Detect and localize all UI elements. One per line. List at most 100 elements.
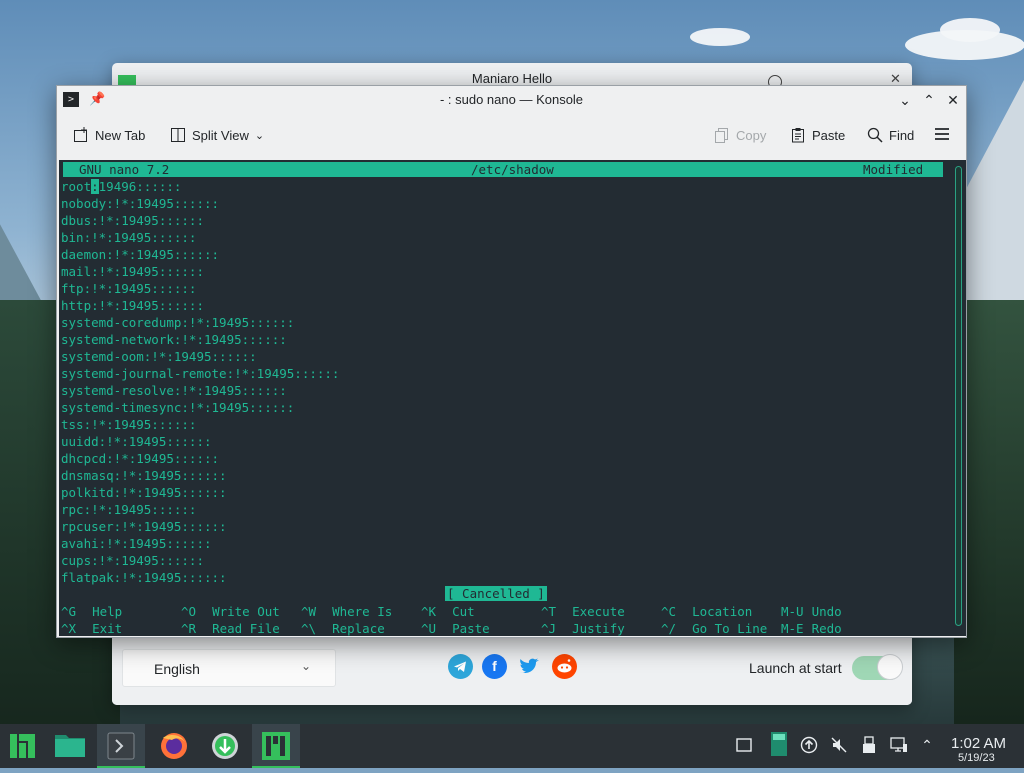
chevron-down-icon: ⌄ <box>300 659 311 673</box>
shortcut-item: M-E Redo <box>781 620 842 636</box>
language-value: English <box>154 661 200 677</box>
file-line: root:19496:::::: <box>61 178 339 195</box>
file-line: nobody:!*:19495:::::: <box>61 196 220 211</box>
copy-button[interactable]: Copy <box>714 127 766 143</box>
shortcut-key: M-E <box>781 621 804 636</box>
update-icon[interactable] <box>201 724 249 768</box>
shortcut-key: M-U <box>781 604 804 619</box>
file-line: rpc:!*:19495:::::: <box>61 502 197 517</box>
show-desktop-icon[interactable] <box>735 736 753 754</box>
shortcut-label: Go To Line <box>692 621 768 636</box>
updates-tray-icon[interactable] <box>800 736 818 754</box>
file-content[interactable]: root:19496:::::: nobody:!*:19495:::::: db… <box>61 178 339 586</box>
file-line: flatpak:!*:19495:::::: <box>61 570 227 585</box>
clock-date[interactable]: 5/19/23 <box>958 752 995 764</box>
split-view-icon <box>171 128 185 142</box>
close-icon[interactable]: ✕ <box>943 90 963 110</box>
shortcut-key: ^U <box>421 621 437 636</box>
scrollbar-thumb[interactable] <box>955 166 962 626</box>
firefox-icon[interactable] <box>150 724 198 768</box>
shortcut-label: Replace <box>332 621 385 636</box>
file-line: uuidd:!*:19495:::::: <box>61 434 212 449</box>
file-line: http:!*:19495:::::: <box>61 298 204 313</box>
manjaro-hello-icon[interactable] <box>252 724 300 768</box>
file-line: dhcpcd:!*:19495:::::: <box>61 451 220 466</box>
paste-button[interactable]: Paste <box>790 127 845 143</box>
toggle-knob <box>877 654 903 680</box>
file-line: daemon:!*:19495:::::: <box>61 247 220 262</box>
shortcut-item: ^C Location <box>661 603 752 620</box>
file-line: systemd-timesync:!*:19495:::::: <box>61 400 295 415</box>
titlebar[interactable]: > 📌 - : sudo nano — Konsole ⌄ ⌃ ✕ <box>57 86 966 114</box>
mute-icon[interactable] <box>830 736 848 754</box>
shortcut-label: Redo <box>811 621 842 636</box>
file-line: systemd-oom:!*:19495:::::: <box>61 349 257 364</box>
manjaro-menu-icon[interactable] <box>0 724 48 768</box>
konsole-window[interactable]: > 📌 - : sudo nano — Konsole ⌄ ⌃ ✕ New Ta… <box>56 85 967 638</box>
shortcut-key: ^K <box>421 604 437 619</box>
language-dropdown[interactable]: English ⌄ <box>122 649 336 687</box>
shortcut-item: ^K Cut <box>421 603 475 620</box>
window-title: - : sudo nano — Konsole <box>439 92 584 107</box>
search-icon <box>867 127 883 143</box>
file-line: polkitd:!*:19495:::::: <box>61 485 227 500</box>
network-icon[interactable] <box>890 736 908 754</box>
nano-modified-state: Modified <box>863 162 924 177</box>
shortcut-key: ^W <box>301 604 317 619</box>
clock-time[interactable]: 1:02 AM <box>951 735 1006 752</box>
twitter-icon[interactable] <box>517 654 542 679</box>
file-line: ftp:!*:19495:::::: <box>61 281 197 296</box>
new-tab-button[interactable]: New Tab <box>73 127 145 143</box>
hello-bottom-bar: English ⌄ f Launch at start <box>112 639 912 705</box>
copy-icon <box>715 128 728 143</box>
shortcut-item: ^W Where Is <box>301 603 392 620</box>
konsole-icon[interactable] <box>97 724 145 768</box>
shortcut-label: Read File <box>212 621 280 636</box>
maximize-icon[interactable]: ⌃ <box>919 90 939 110</box>
shortcut-label: Paste <box>452 621 490 636</box>
usb-icon[interactable] <box>860 736 878 754</box>
shortcut-item: ^\ Replace <box>301 620 385 636</box>
split-view-label: Split View <box>192 127 249 143</box>
launch-at-start-toggle[interactable] <box>852 654 903 680</box>
text-cursor: : <box>91 179 99 194</box>
new-tab-label: New Tab <box>95 127 146 143</box>
file-line: avahi:!*:19495:::::: <box>61 536 212 551</box>
nano-header-bar: GNU nano 7.2 /etc/shadow Modified <box>63 162 943 177</box>
shortcut-label: Execute <box>572 604 625 619</box>
find-button[interactable]: Find <box>867 127 914 143</box>
file-line: systemd-network:!*:19495:::::: <box>61 332 287 347</box>
telegram-icon[interactable] <box>448 654 473 679</box>
shortcut-key: ^T <box>541 604 557 619</box>
shortcut-label: Cut <box>452 604 475 619</box>
file-line-head: root <box>61 179 92 194</box>
reddit-icon[interactable] <box>552 654 577 679</box>
shortcut-key: ^C <box>661 604 677 619</box>
clipboard-icon[interactable] <box>770 732 788 756</box>
file-line: bin:!*:19495:::::: <box>61 230 197 245</box>
paste-label: Paste <box>812 127 846 143</box>
shortcut-item: ^R Read File <box>181 620 280 636</box>
terminal-scrollbar[interactable] <box>952 160 966 636</box>
shortcut-key: ^X <box>61 621 77 636</box>
file-line: mail:!*:19495:::::: <box>61 264 204 279</box>
facebook-icon[interactable]: f <box>482 654 507 679</box>
konsole-toolbar: New Tab Split View ⌄ Copy Paste Find <box>57 114 966 160</box>
shortcut-key: ^O <box>181 604 197 619</box>
shortcut-item: ^X Exit <box>61 620 122 636</box>
shortcut-key: ^/ <box>661 621 677 636</box>
file-manager-icon[interactable] <box>48 724 96 768</box>
hamburger-menu-button[interactable] <box>934 126 950 142</box>
new-tab-icon <box>74 127 87 142</box>
window-title: Maniaro Hello <box>471 71 553 86</box>
file-line: cups:!*:19495:::::: <box>61 553 204 568</box>
expand-tray-icon[interactable]: ⌃ <box>918 736 936 754</box>
terminal-area[interactable]: GNU nano 7.2 /etc/shadow Modified root:1… <box>59 160 952 636</box>
file-line: dnsmasq:!*:19495:::::: <box>61 468 227 483</box>
split-view-button[interactable]: Split View ⌄ <box>170 127 264 143</box>
shortcut-key: ^R <box>181 621 197 636</box>
shortcut-label: Justify <box>572 621 625 636</box>
taskbar: ⌃ <box>0 724 1024 768</box>
minimize-icon[interactable]: ⌄ <box>895 90 915 110</box>
shortcut-label: Help <box>92 604 123 619</box>
